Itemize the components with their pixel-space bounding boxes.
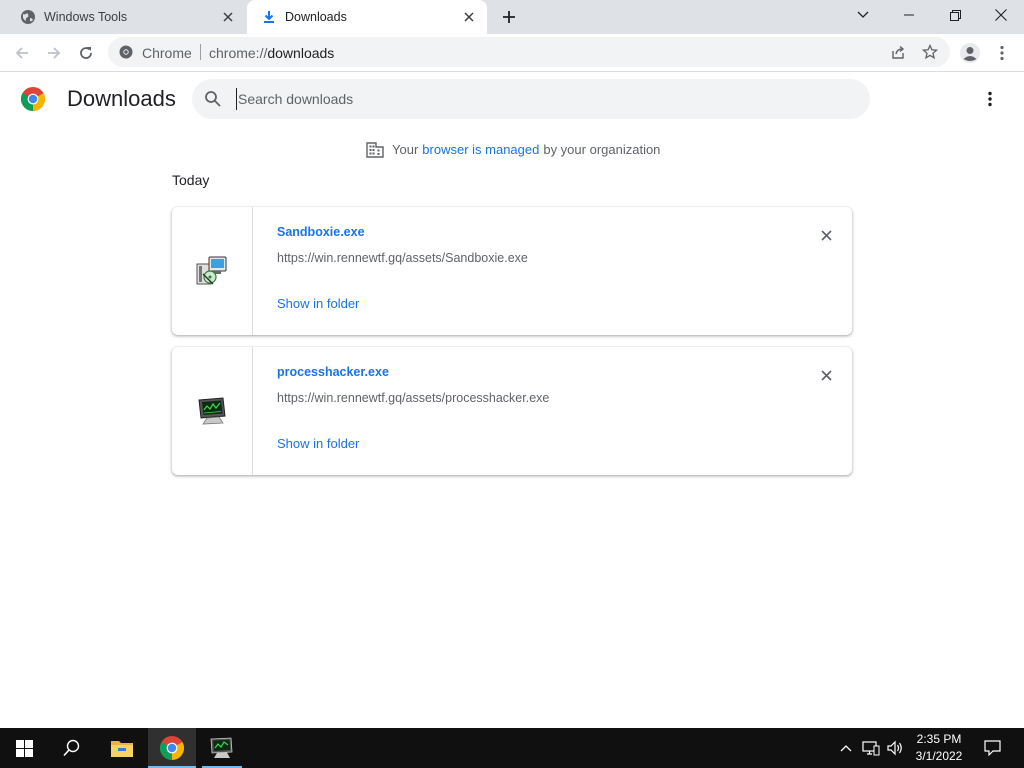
star-icon [922, 44, 938, 60]
tab-windows-tools[interactable]: Windows Tools [0, 0, 246, 34]
reload-icon [80, 47, 92, 59]
share-button[interactable] [888, 42, 908, 62]
browser-toolbar: Chrome chrome://downloads [0, 34, 1024, 72]
managed-suffix: by your organization [543, 141, 661, 157]
close-window-button[interactable] [978, 0, 1024, 30]
close-icon [995, 9, 1007, 21]
managed-notice: Your browser is managed by your organiza… [366, 140, 660, 158]
tab-search-button[interactable] [840, 0, 886, 30]
process-hacker-taskbar-button[interactable] [198, 728, 246, 768]
taskbar: 2:35 PM 3/1/2022 [0, 728, 1024, 768]
start-icon [15, 739, 33, 757]
process-hacker-icon [210, 737, 233, 758]
minimize-button[interactable] [886, 0, 932, 30]
reload-button[interactable] [72, 39, 100, 67]
clock[interactable]: 2:35 PM 3/1/2022 [906, 731, 972, 765]
show-in-folder-link[interactable]: Show in folder [277, 436, 359, 451]
avatar-icon [960, 43, 980, 63]
close-icon [820, 369, 832, 381]
monitor-app-icon [198, 397, 226, 425]
managed-prefix: Your [392, 141, 419, 157]
file-name-link[interactable]: Sandboxie.exe [277, 225, 365, 239]
address-bar[interactable]: Chrome chrome://downloads [108, 37, 950, 67]
download-item: Sandboxie.exe https://win.rennewtf.gq/as… [172, 207, 852, 335]
action-center-button[interactable] [980, 728, 1004, 768]
downloads-menu-button[interactable] [980, 88, 1000, 110]
remove-download-button[interactable] [816, 225, 836, 245]
chrome-taskbar-button[interactable] [148, 728, 196, 768]
chrome-icon [160, 736, 184, 760]
volume-button[interactable] [884, 728, 906, 768]
omnibox-divider [200, 44, 201, 60]
arrow-right-icon [48, 47, 61, 59]
search-icon [63, 739, 80, 757]
tab-title: Windows Tools [44, 10, 128, 24]
minimize-icon [904, 14, 914, 16]
notification-icon [983, 740, 1001, 756]
site-label: Chrome [142, 45, 192, 61]
source-url: https://win.rennewtf.gq/assets/processha… [277, 391, 550, 405]
file-explorer-button[interactable] [98, 728, 146, 768]
page-title: Downloads [67, 86, 176, 111]
search-icon [205, 91, 221, 107]
close-tab-icon[interactable] [220, 9, 236, 25]
tab-strip: Windows Tools Downloads [0, 0, 1024, 34]
tab-downloads[interactable]: Downloads [247, 0, 487, 34]
source-url: https://win.rennewtf.gq/assets/Sandboxie… [277, 251, 528, 265]
download-item: processhacker.exe https://win.rennewtf.g… [172, 347, 852, 475]
network-button[interactable] [860, 728, 882, 768]
file-name-link[interactable]: processhacker.exe [277, 365, 389, 379]
file-icon-area [172, 347, 253, 475]
chrome-logo-icon [20, 87, 46, 111]
restore-icon [949, 9, 961, 21]
speaker-icon [887, 740, 902, 756]
tab-title: Downloads [285, 10, 347, 24]
new-tab-button[interactable] [498, 6, 520, 28]
building-icon [366, 142, 384, 158]
forward-button[interactable] [40, 39, 68, 67]
date-header: Today [172, 172, 210, 188]
search-box[interactable] [192, 79, 870, 119]
back-button[interactable] [8, 39, 36, 67]
chevron-down-icon [857, 11, 869, 18]
chevron-up-icon [840, 745, 852, 752]
network-icon [862, 741, 880, 756]
clock-date: 3/1/2022 [915, 749, 963, 763]
file-icon-area [172, 207, 253, 335]
file-explorer-icon [111, 741, 133, 757]
profile-button[interactable] [956, 39, 984, 67]
browser-managed-link[interactable]: browser is managed [422, 142, 539, 157]
arrow-left-icon [15, 47, 28, 59]
plus-icon [503, 11, 515, 23]
clock-time: 2:35 PM [916, 732, 962, 746]
download-icon [261, 9, 277, 25]
more-vert-icon [988, 91, 992, 107]
close-tab-icon[interactable] [461, 9, 477, 25]
globe-icon [20, 9, 36, 25]
chrome-page-icon [118, 44, 134, 60]
url-text: chrome://downloads [209, 45, 335, 61]
taskbar-search-button[interactable] [48, 728, 96, 768]
share-icon [892, 45, 905, 59]
remove-download-button[interactable] [816, 365, 836, 385]
start-button[interactable] [0, 728, 48, 768]
chrome-menu-button[interactable] [988, 39, 1016, 67]
installer-icon [196, 256, 227, 285]
search-downloads-input[interactable] [236, 88, 838, 110]
bookmark-button[interactable] [920, 42, 940, 62]
restore-button[interactable] [932, 0, 978, 30]
show-hidden-icons-button[interactable] [836, 728, 856, 768]
more-vert-icon [1000, 45, 1004, 61]
close-icon [820, 229, 832, 241]
show-in-folder-link[interactable]: Show in folder [277, 296, 359, 311]
